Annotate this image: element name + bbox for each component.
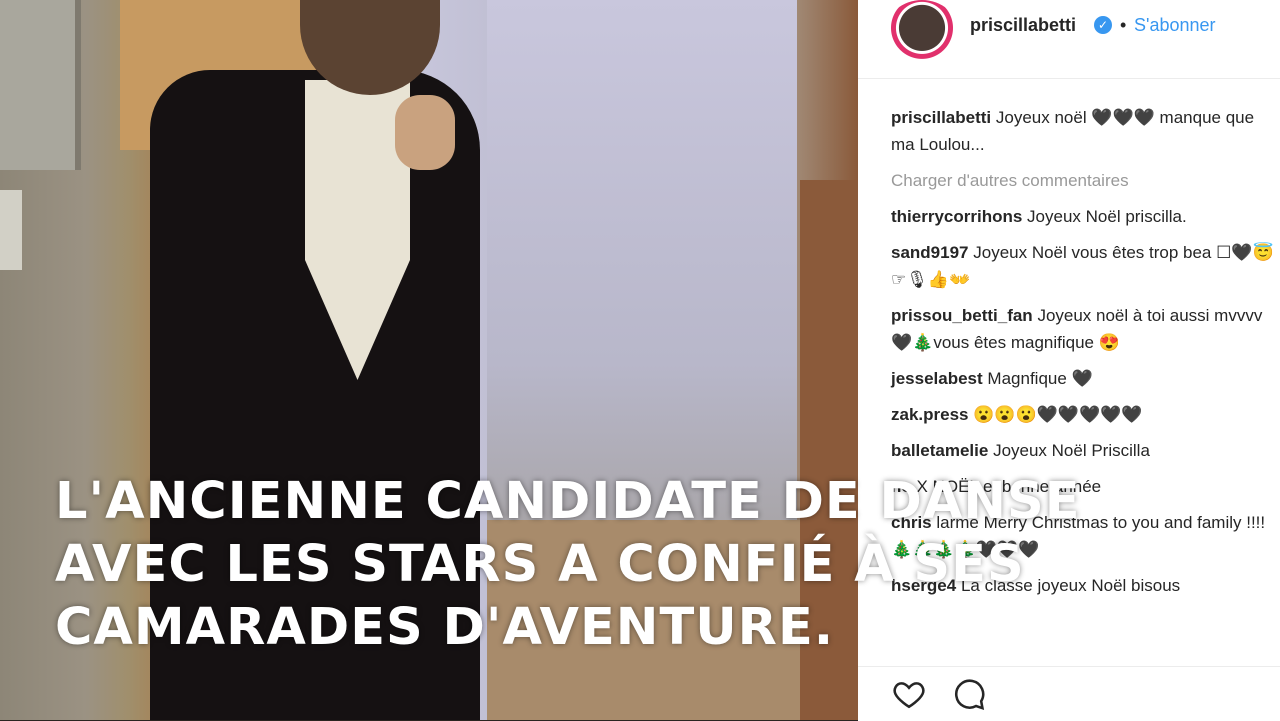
comment-item: zak.press 😮😮😮🖤🖤🖤🖤🖤 [891, 401, 1280, 428]
comment-username[interactable]: jesselabest [891, 369, 983, 388]
verified-badge-icon: ✓ [1094, 16, 1112, 34]
photo-hand [395, 95, 455, 170]
comment-text: Joyeux Noël priscilla. [1027, 207, 1187, 226]
post-header: priscillabetti ✓ • S'abonner [858, 0, 1280, 79]
comment-item: jesselabest Magnfique 🖤 [891, 365, 1280, 392]
photo-shelf [0, 0, 81, 170]
follow-button[interactable]: S'abonner [1134, 15, 1216, 36]
photo-sky [487, 0, 797, 520]
comment-item: prissou_betti_fan Joyeux noël à toi auss… [891, 302, 1280, 356]
post-caption: priscillabetti Joyeux noël 🖤🖤🖤 manque qu… [891, 104, 1280, 158]
comment-item: balletamelie Joyeux Noël Priscilla [891, 437, 1280, 464]
video-caption-overlay: L'ANCIENNE CANDIDATE DE DANSE AVEC LES S… [55, 470, 1205, 659]
comment-username[interactable]: sand9197 [891, 243, 969, 262]
comment-username[interactable]: prissou_betti_fan [891, 306, 1033, 325]
caption-line: CAMARADES D'AVENTURE. [55, 598, 835, 657]
post-actions-bar [858, 666, 1280, 721]
comment-text: Joyeux Noël Priscilla [993, 441, 1150, 460]
comment-username[interactable]: priscillabetti [891, 108, 991, 127]
comment-text: 😮😮😮🖤🖤🖤🖤🖤 [973, 405, 1143, 424]
comment-item: sand9197 Joyeux Noël vous êtes trop bea … [891, 239, 1280, 293]
comment-username[interactable]: balletamelie [891, 441, 988, 460]
caption-line: AVEC LES STARS A CONFIÉ À SES [55, 535, 1025, 594]
load-more-comments-link[interactable]: Charger d'autres commentaires [891, 167, 1280, 194]
comment-bubble-icon[interactable] [952, 677, 986, 711]
username-link[interactable]: priscillabetti [970, 15, 1076, 36]
comment-item: thierrycorrihons Joyeux Noël priscilla. [891, 203, 1280, 230]
avatar[interactable] [886, 0, 958, 62]
photo-wall-fixture [0, 190, 22, 270]
comment-text: Magnfique 🖤 [987, 369, 1093, 388]
header-separator: • [1120, 15, 1127, 35]
caption-line: L'ANCIENNE CANDIDATE DE DANSE [55, 472, 1081, 531]
comment-username[interactable]: zak.press [891, 405, 969, 424]
comment-username[interactable]: thierrycorrihons [891, 207, 1022, 226]
heart-icon[interactable] [891, 677, 927, 711]
